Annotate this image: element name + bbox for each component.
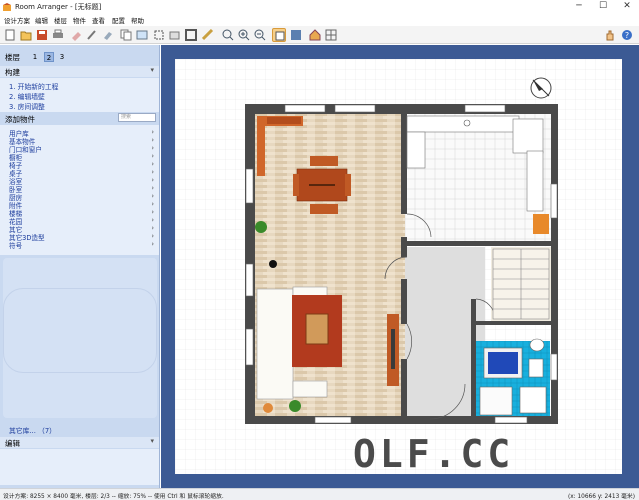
- paint-icon[interactable]: [101, 28, 115, 42]
- import-icon[interactable]: [168, 28, 182, 42]
- chevron-right-icon: ›: [151, 240, 154, 248]
- status-bar: 设计方案: 8255 × 8400 毫米, 楼层: 2/3 -- 缩放: 75%…: [0, 488, 639, 500]
- collapse-icon[interactable]: ▾: [150, 66, 154, 74]
- open-folder-icon[interactable]: [19, 28, 33, 42]
- hand-icon[interactable]: [603, 28, 617, 42]
- export-icon[interactable]: [135, 28, 149, 42]
- menu-design[interactable]: 设计方案: [4, 15, 30, 25]
- floors-row: 楼层 1 2 3: [0, 49, 159, 63]
- floor-tab-1[interactable]: 1: [30, 52, 40, 62]
- new-file-icon[interactable]: [3, 28, 17, 42]
- select-icon[interactable]: [152, 28, 166, 42]
- copy-icon[interactable]: [119, 28, 133, 42]
- menu-view[interactable]: 查看: [92, 15, 105, 25]
- tv-cabinet[interactable]: [387, 314, 399, 386]
- zoom-out-icon[interactable]: [253, 28, 267, 42]
- help-icon[interactable]: ?: [620, 28, 634, 42]
- edit-header-label: 编辑: [5, 439, 20, 448]
- category-list: 用户库 › 基本物件 › 门口和窗户 › 橱柜 › 椅子 › 桌子 › 浴室 › 卧室 › 厨房…: [0, 125, 159, 255]
- status-info: 设计方案: 8255 × 8400 毫米, 楼层: 2/3 -- 缩放: 75%…: [3, 494, 224, 500]
- armchair[interactable]: [263, 403, 273, 413]
- floor-plan[interactable]: [175, 59, 622, 474]
- menu-bar: 设计方案 编辑 楼层 物件 查看 配置 帮助: [0, 14, 639, 26]
- more-libraries-link[interactable]: 其它库... （7）: [9, 425, 56, 435]
- step-start-project[interactable]: 1. 开始新的工程: [9, 81, 58, 91]
- save-icon[interactable]: [35, 28, 49, 42]
- chevron-right-icon: ›: [151, 224, 154, 232]
- chevron-right-icon: ›: [151, 168, 154, 176]
- compass-icon[interactable]: [530, 77, 552, 99]
- svg-text:?: ?: [625, 31, 629, 40]
- floors-label: 楼层: [5, 53, 20, 62]
- toilet[interactable]: [529, 338, 545, 352]
- menu-edit[interactable]: 编辑: [35, 15, 48, 25]
- grid-icon[interactable]: [324, 28, 338, 42]
- menu-config[interactable]: 配置: [112, 15, 125, 25]
- build-section-header[interactable]: 构建 ▾: [0, 66, 159, 77]
- drawing-sheet[interactable]: [175, 59, 622, 474]
- chevron-right-icon: ›: [151, 200, 154, 208]
- maximize-button[interactable]: ☐: [591, 0, 615, 14]
- title-bar: Room Arranger - [无标题] ─ ☐ ✕: [0, 0, 639, 14]
- wall-icon[interactable]: [184, 28, 198, 42]
- chevron-right-icon: ›: [151, 232, 154, 240]
- view-3d-icon[interactable]: [289, 28, 303, 42]
- design-canvas[interactable]: [161, 45, 639, 488]
- edit-panel: [0, 449, 159, 485]
- edit-section-header[interactable]: 编辑 ▾: [0, 437, 159, 448]
- chevron-right-icon: ›: [151, 184, 154, 192]
- minimize-button[interactable]: ─: [567, 0, 591, 14]
- app-window: Room Arranger - [无标题] ─ ☐ ✕ 设计方案 编辑 楼层 物…: [0, 0, 639, 500]
- zoom-fit-icon[interactable]: [221, 28, 235, 42]
- library-decoration: [3, 288, 157, 373]
- cursor-coordinates: (x: 10666 y: 2413 毫米): [567, 494, 635, 500]
- ruler-icon[interactable]: [201, 28, 215, 42]
- chevron-right-icon: ›: [151, 176, 154, 184]
- view-2d-icon[interactable]: [272, 28, 286, 42]
- chevron-right-icon: ›: [151, 192, 154, 200]
- search-input[interactable]: 搜索: [118, 113, 156, 122]
- chevron-right-icon: ›: [151, 160, 154, 168]
- step-adjust-room[interactable]: 3. 房间调整: [9, 101, 45, 111]
- build-steps: 1. 开始新的工程 2. 编辑墙壁 3. 房间调整: [0, 78, 159, 112]
- chevron-right-icon: ›: [151, 208, 154, 216]
- brush-icon[interactable]: [85, 28, 99, 42]
- app-logo-icon: [3, 3, 11, 11]
- collapse-icon[interactable]: ▾: [150, 437, 154, 445]
- step-edit-walls[interactable]: 2. 编辑墙壁: [9, 91, 45, 101]
- chevron-right-icon: ›: [151, 128, 154, 136]
- staircase[interactable]: [492, 248, 550, 320]
- eraser-icon[interactable]: [69, 28, 83, 42]
- close-button[interactable]: ✕: [615, 0, 639, 14]
- category-symbols[interactable]: 符号 ›: [9, 240, 154, 250]
- plant-icon[interactable]: [255, 221, 267, 233]
- plant-icon[interactable]: [289, 400, 301, 412]
- floor-tab-3[interactable]: 3: [57, 52, 67, 62]
- print-icon[interactable]: [51, 28, 65, 42]
- menu-objects[interactable]: 物件: [73, 15, 86, 25]
- build-header-label: 构建: [5, 68, 20, 77]
- house-3d-icon[interactable]: [308, 28, 322, 42]
- rug[interactable]: [292, 295, 342, 367]
- chevron-right-icon: ›: [151, 216, 154, 224]
- library-area: [3, 258, 157, 418]
- menu-floor[interactable]: 楼层: [54, 15, 67, 25]
- sink[interactable]: [528, 358, 544, 378]
- zoom-in-icon[interactable]: [237, 28, 251, 42]
- menu-help[interactable]: 帮助: [131, 15, 144, 25]
- window-title: Room Arranger - [无标题]: [15, 3, 102, 11]
- add-objects-label: 添加物件: [5, 115, 35, 124]
- toolbar: ?: [0, 26, 639, 44]
- lamp-icon[interactable]: [269, 260, 277, 268]
- watermark: OLF.CC: [353, 432, 515, 476]
- bathtub[interactable]: [483, 347, 523, 379]
- floor-tab-2[interactable]: 2: [44, 52, 54, 62]
- chevron-right-icon: ›: [151, 136, 154, 144]
- chevron-right-icon: ›: [151, 152, 154, 160]
- chevron-right-icon: ›: [151, 144, 154, 152]
- left-panel: 楼层 1 2 3 构建 ▾ 1. 开始新的工程 2. 编辑墙壁 3. 房间调整 …: [0, 45, 160, 488]
